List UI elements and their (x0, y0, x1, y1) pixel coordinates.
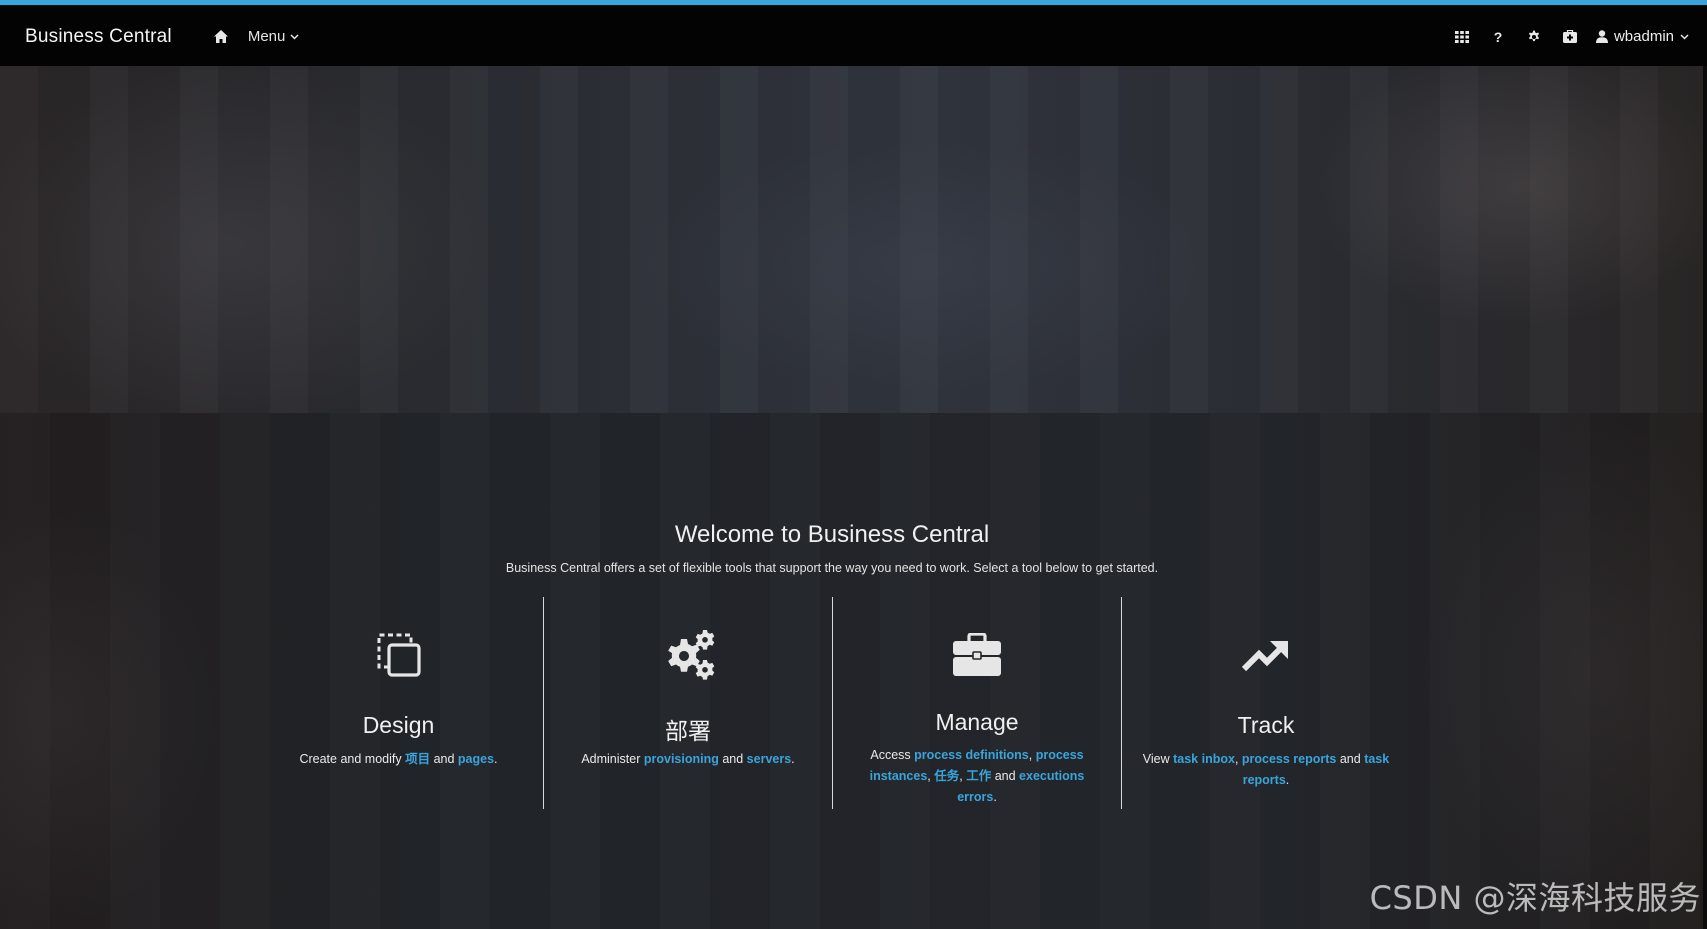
menu-dropdown[interactable]: Menu (248, 28, 300, 45)
link-projects[interactable]: 项目 (405, 752, 430, 766)
tile-design: Design Create and modify 项目 and pages. (254, 597, 543, 809)
navbar: Business Central Menu ? wbadmin (0, 7, 1707, 66)
apps-button[interactable] (1444, 7, 1480, 66)
gear-icon (1528, 30, 1540, 41)
settings-button[interactable] (1516, 7, 1552, 66)
link-task-inbox[interactable]: task inbox (1173, 752, 1235, 766)
deploy-tile-icon-button[interactable] (544, 627, 832, 683)
menu-label: Menu (247, 28, 286, 45)
track-description: View task inbox, process reports and tas… (1142, 749, 1390, 791)
manage-title[interactable]: Manage (833, 709, 1121, 736)
brand-title[interactable]: Business Central (25, 26, 172, 48)
track-desc-text: View (1142, 752, 1174, 766)
help-icon: ? (1493, 28, 1503, 45)
user-name: wbadmin (1613, 28, 1674, 45)
link-process-definitions[interactable]: process definitions (914, 748, 1029, 762)
tile-manage: Manage Access process definitions, proce… (832, 597, 1121, 809)
deploy-desc-text: Administer (581, 752, 644, 766)
link-provisioning[interactable]: provisioning (644, 752, 719, 766)
tasks-button[interactable] (1552, 7, 1588, 66)
track-title[interactable]: Track (1122, 712, 1410, 739)
hero-background (0, 66, 1707, 413)
track-desc-and: and (1336, 752, 1365, 766)
link-tasks[interactable]: 任务 (934, 769, 959, 783)
link-jobs[interactable]: 工作 (966, 769, 991, 783)
user-menu[interactable]: wbadmin (1595, 28, 1689, 45)
link-pages[interactable]: pages (458, 752, 494, 766)
design-desc-end: . (494, 752, 498, 766)
user-icon (1595, 30, 1608, 43)
chevron-down-icon (290, 33, 299, 40)
manage-tile-icon-button[interactable] (833, 627, 1121, 683)
welcome-title: Welcome to Business Central (674, 521, 990, 548)
design-desc-and: and (430, 752, 458, 766)
home-button[interactable] (210, 26, 232, 48)
copy-pages-icon (377, 633, 421, 677)
medkit-icon (1562, 30, 1577, 43)
gears-icon (668, 630, 715, 680)
manage-description: Access process definitions, process inst… (853, 745, 1101, 808)
track-tile-icon-button[interactable] (1122, 627, 1410, 683)
design-description: Create and modify 项目 and pages. (274, 749, 523, 770)
navbar-right-tools: ? wbadmin (1444, 7, 1707, 66)
help-button[interactable]: ? (1480, 7, 1516, 66)
briefcase-icon (953, 633, 1001, 676)
link-process-reports[interactable]: process reports (1242, 752, 1336, 766)
deploy-desc-and: and (718, 752, 747, 766)
track-desc-end: . (1285, 773, 1290, 787)
design-title[interactable]: Design (254, 712, 543, 739)
tool-tiles: Design Create and modify 项目 and pages. 部… (254, 597, 1410, 809)
manage-desc-end: . (993, 790, 997, 804)
watermark-text: CSDN @深海科技服务 (1369, 879, 1701, 917)
deploy-desc-end: . (791, 752, 795, 766)
tile-deploy: 部署 Administer provisioning and servers. (543, 597, 832, 809)
deploy-description: Administer provisioning and servers. (564, 749, 812, 770)
link-servers[interactable]: servers (747, 752, 792, 766)
page-scrollbar[interactable] (1703, 66, 1707, 929)
design-tile-icon-button[interactable] (254, 627, 543, 683)
top-accent-bar (0, 0, 1707, 7)
trend-up-icon (1242, 641, 1288, 672)
deploy-title[interactable]: 部署 (544, 712, 832, 746)
manage-desc-text: Access (870, 748, 915, 762)
manage-desc-sep: , (1028, 748, 1036, 762)
design-desc-text: Create and modify (299, 752, 406, 766)
home-icon (213, 30, 228, 43)
track-desc-sep: , (1234, 752, 1242, 766)
tile-track: Track View task inbox, process reports a… (1121, 597, 1410, 809)
chevron-down-icon (1680, 33, 1689, 40)
manage-desc-and: and (991, 769, 1020, 783)
grid-icon (1454, 30, 1469, 43)
welcome-subtitle: Business Central offers a set of flexibl… (505, 561, 1159, 575)
